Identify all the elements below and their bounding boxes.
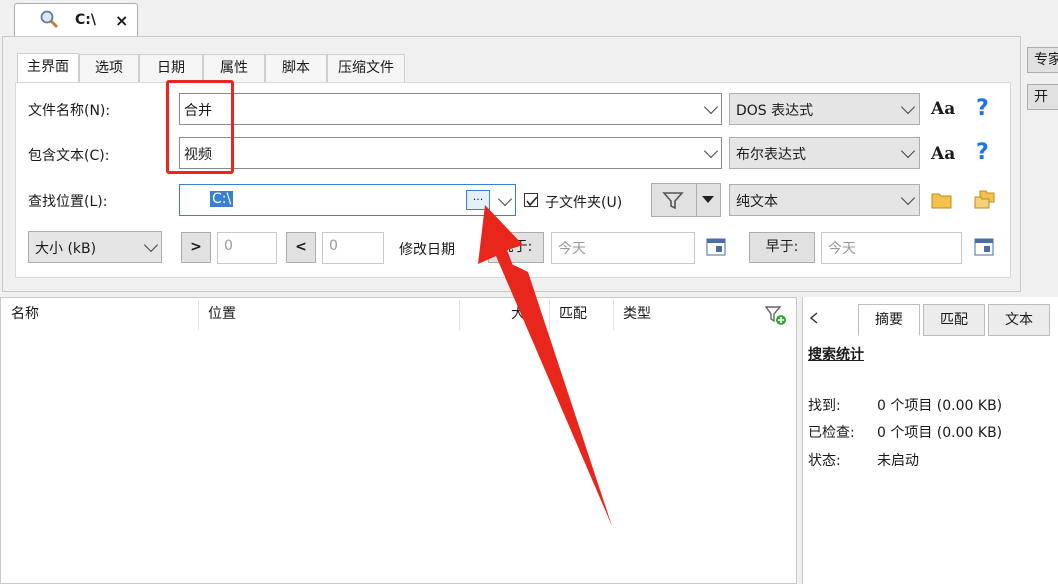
tab-archive[interactable]: 压缩文件 bbox=[327, 54, 405, 82]
chevron-down-icon bbox=[900, 99, 916, 115]
greater-than-button[interactable]: > bbox=[181, 232, 211, 263]
subfolder-checkbox[interactable] bbox=[524, 193, 538, 207]
filename-mode-select[interactable]: DOS 表达式 bbox=[729, 93, 920, 125]
chevron-down-icon bbox=[900, 190, 916, 206]
checkmark-icon bbox=[526, 196, 538, 207]
contains-mode-value: 布尔表达式 bbox=[736, 147, 806, 163]
chevron-down-icon[interactable] bbox=[703, 143, 719, 159]
column-type[interactable]: 类型 bbox=[623, 303, 651, 323]
size-max-input[interactable]: 0 bbox=[322, 232, 384, 264]
tab-text[interactable]: 文本 bbox=[988, 304, 1050, 336]
tab-main[interactable]: 主界面 bbox=[17, 53, 79, 82]
column-match[interactable]: 匹配 bbox=[559, 303, 587, 323]
less-than-button[interactable]: < bbox=[286, 232, 316, 263]
column-divider[interactable] bbox=[549, 300, 550, 330]
stat-found-value: 0 个项目 (0.00 KB) bbox=[877, 398, 1003, 414]
location-input[interactable]: C:\ ··· bbox=[179, 184, 516, 216]
text-mode-value: 纯文本 bbox=[736, 194, 778, 210]
scroll-left-icon[interactable] bbox=[810, 312, 818, 324]
calendar-icon[interactable] bbox=[706, 236, 726, 256]
match-case-icon[interactable]: Aa bbox=[931, 144, 955, 164]
annotation-highlight-box bbox=[166, 80, 234, 174]
open-button[interactable]: 开 bbox=[1027, 84, 1058, 110]
chevron-down-icon bbox=[900, 143, 916, 159]
size-unit-value: 大小 (kB) bbox=[35, 241, 97, 257]
filename-mode-value: DOS 表达式 bbox=[736, 103, 814, 119]
tab-matches[interactable]: 匹配 bbox=[923, 304, 985, 336]
after-button[interactable]: 晚于: bbox=[488, 232, 544, 263]
filter-icon bbox=[662, 192, 684, 210]
after-date-input[interactable]: 今天 bbox=[551, 232, 695, 264]
document-tab[interactable]: C:\ × bbox=[14, 3, 138, 36]
browse-button[interactable]: ··· bbox=[466, 190, 490, 210]
size-min-input[interactable]: 0 bbox=[217, 232, 277, 264]
tab-options[interactable]: 选项 bbox=[79, 54, 139, 82]
column-location[interactable]: 位置 bbox=[208, 303, 236, 323]
split-divider bbox=[696, 184, 697, 216]
search-stats-title: 搜索统计 bbox=[808, 347, 864, 363]
before-date-input[interactable]: 今天 bbox=[821, 232, 962, 264]
subfolder-label: 子文件夹(U) bbox=[545, 195, 623, 211]
text-mode-select[interactable]: 纯文本 bbox=[729, 184, 920, 216]
column-name[interactable]: 名称 bbox=[11, 303, 39, 323]
tab-summary[interactable]: 摘要 bbox=[858, 304, 920, 336]
calendar-icon[interactable] bbox=[974, 236, 994, 256]
tab-script[interactable]: 脚本 bbox=[265, 54, 327, 82]
column-divider[interactable] bbox=[198, 300, 199, 330]
contains-input[interactable]: 视频 bbox=[179, 137, 722, 169]
help-icon[interactable]: ? bbox=[976, 96, 989, 121]
add-filter-icon[interactable] bbox=[764, 305, 788, 327]
column-divider[interactable] bbox=[459, 300, 460, 330]
folder-icon[interactable] bbox=[931, 191, 953, 209]
location-value: C:\ bbox=[210, 191, 234, 207]
before-button[interactable]: 早于: bbox=[749, 232, 815, 263]
contains-mode-select[interactable]: 布尔表达式 bbox=[729, 137, 920, 169]
caret-down-icon bbox=[702, 196, 714, 203]
tab-date[interactable]: 日期 bbox=[139, 54, 203, 82]
chevron-down-icon bbox=[143, 237, 159, 253]
match-case-icon[interactable]: Aa bbox=[931, 99, 955, 119]
results-list[interactable] bbox=[0, 297, 797, 584]
expert-button[interactable]: 专家 bbox=[1027, 47, 1058, 73]
stat-status-key: 状态: bbox=[808, 453, 841, 469]
copy-folder-icon[interactable] bbox=[974, 190, 996, 210]
document-tab-title: C:\ bbox=[75, 12, 96, 28]
stat-status-value: 未启动 bbox=[877, 453, 919, 469]
filter-button[interactable] bbox=[651, 183, 721, 217]
column-divider[interactable] bbox=[613, 300, 614, 330]
chevron-down-icon[interactable] bbox=[703, 99, 719, 115]
filename-input[interactable]: 合并 bbox=[179, 93, 722, 125]
help-icon[interactable]: ? bbox=[976, 140, 989, 165]
stat-checked-value: 0 个项目 (0.00 KB) bbox=[877, 425, 1003, 441]
contains-label: 包含文本(C): bbox=[28, 148, 110, 164]
filename-label: 文件名称(N): bbox=[28, 103, 111, 119]
size-unit-select[interactable]: 大小 (kB) bbox=[28, 231, 162, 263]
stat-found-key: 找到: bbox=[808, 398, 841, 414]
modified-date-label: 修改日期 bbox=[399, 242, 455, 258]
column-size[interactable]: 大小 bbox=[511, 303, 539, 323]
tab-attributes[interactable]: 属性 bbox=[203, 54, 265, 82]
stat-checked-key: 已检查: bbox=[808, 425, 855, 441]
close-icon[interactable]: × bbox=[115, 11, 128, 30]
search-icon bbox=[40, 10, 59, 29]
chevron-down-icon[interactable] bbox=[497, 191, 513, 207]
location-label: 查找位置(L): bbox=[28, 194, 108, 210]
